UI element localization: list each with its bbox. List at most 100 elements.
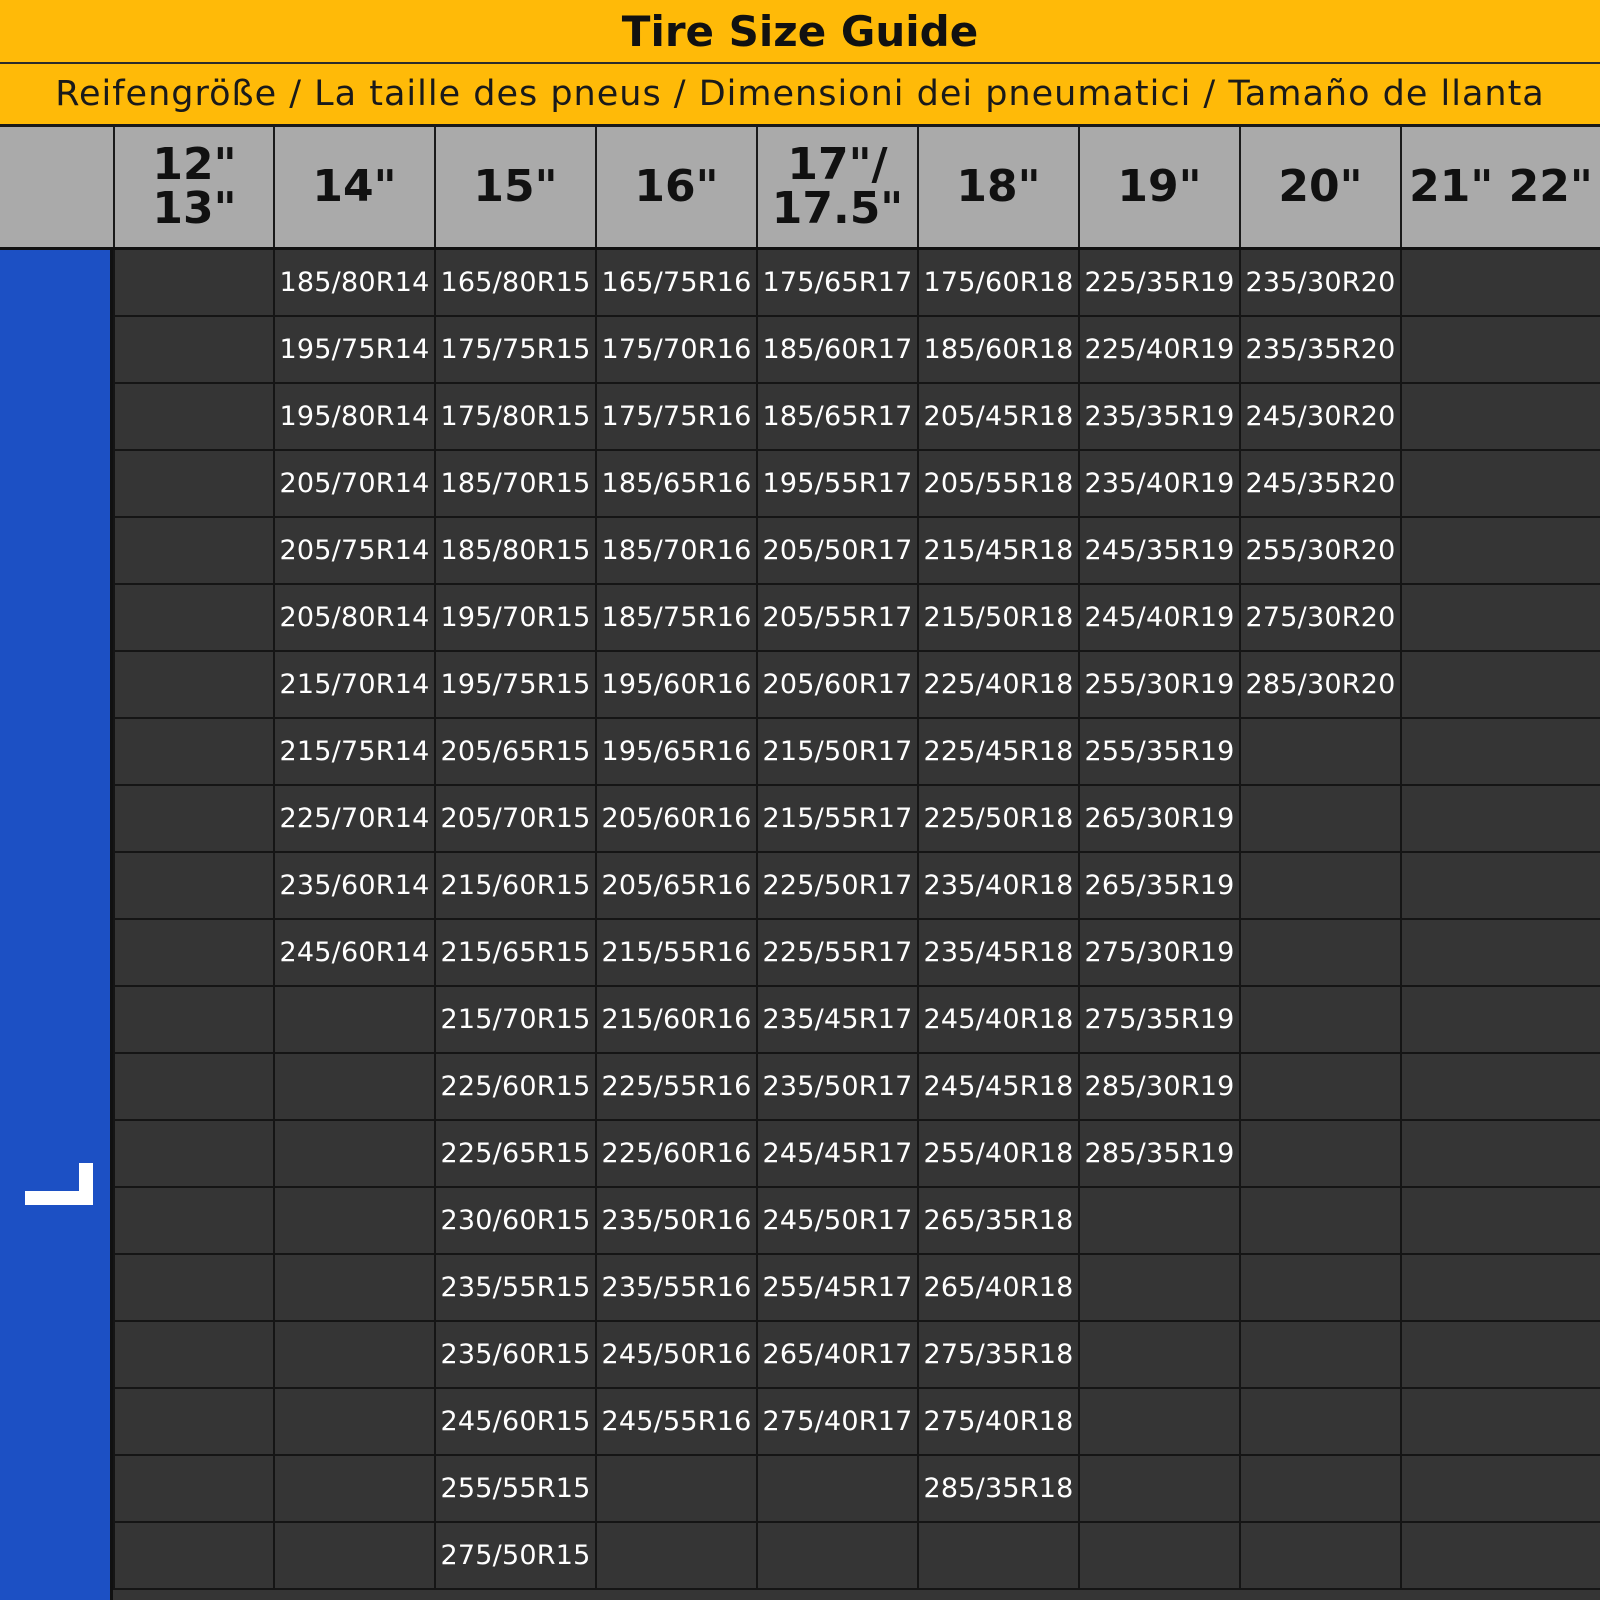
table-cell: 285/35R18 xyxy=(917,1456,1078,1523)
table-cell: 205/75R14 xyxy=(273,518,434,585)
table-cell xyxy=(595,1523,756,1590)
table-cell: 165/80R15 xyxy=(434,250,595,317)
table-cell: 225/65R15 xyxy=(434,1121,595,1188)
table-cell: 205/70R15 xyxy=(434,786,595,853)
table-cell xyxy=(1239,1322,1400,1389)
table-cell: 175/65R17 xyxy=(756,250,917,317)
table-cell: 205/60R16 xyxy=(595,786,756,853)
corner-bracket-icon xyxy=(25,1163,93,1205)
table-cell xyxy=(273,1121,434,1188)
table-cell: 195/60R16 xyxy=(595,652,756,719)
table-cell xyxy=(1400,1523,1600,1590)
table-cell: 265/30R19 xyxy=(1078,786,1239,853)
table-cell xyxy=(113,384,274,451)
table-cell: 245/35R19 xyxy=(1078,518,1239,585)
table-cell: 245/50R16 xyxy=(595,1322,756,1389)
table-cell xyxy=(1239,920,1400,987)
table-cell xyxy=(756,1523,917,1590)
table-cell: 205/55R18 xyxy=(917,451,1078,518)
table-cell xyxy=(113,1456,274,1523)
table-cell xyxy=(113,451,274,518)
table-cell: 215/55R17 xyxy=(756,786,917,853)
table-cell: 235/40R18 xyxy=(917,853,1078,920)
table-cell xyxy=(1078,1255,1239,1322)
table-cell: 255/55R15 xyxy=(434,1456,595,1523)
table-cell xyxy=(1400,1121,1600,1188)
table-cell: 205/50R17 xyxy=(756,518,917,585)
table-cell: 225/35R19 xyxy=(1078,250,1239,317)
table-cell: 165/75R16 xyxy=(595,250,756,317)
table-cell: 235/35R20 xyxy=(1239,317,1400,384)
table-cell: 245/55R16 xyxy=(595,1389,756,1456)
table-cell xyxy=(113,585,274,652)
table-cell: 225/40R18 xyxy=(917,652,1078,719)
table-cell xyxy=(1239,1121,1400,1188)
table-cell xyxy=(1400,1054,1600,1121)
table-cell xyxy=(113,1255,274,1322)
table-cell: 275/40R17 xyxy=(756,1389,917,1456)
table-cell: 215/50R17 xyxy=(756,719,917,786)
table-cell: 185/70R15 xyxy=(434,451,595,518)
table-cell xyxy=(1239,1054,1400,1121)
table-cell xyxy=(1400,652,1600,719)
table-cell xyxy=(1078,1523,1239,1590)
table-cell: 205/55R17 xyxy=(756,585,917,652)
table-cell: 175/75R16 xyxy=(595,384,756,451)
table-cell xyxy=(113,1389,274,1456)
table-cell: 175/70R16 xyxy=(595,317,756,384)
table-cell xyxy=(113,518,274,585)
table-cell xyxy=(1239,719,1400,786)
table-cell xyxy=(1239,987,1400,1054)
column-header: 17"/ 17.5" xyxy=(756,127,917,247)
column-header: 14" xyxy=(273,127,434,247)
table-cell xyxy=(1400,987,1600,1054)
table-cell xyxy=(273,1322,434,1389)
table-cell: 185/60R17 xyxy=(756,317,917,384)
table-cell xyxy=(595,1456,756,1523)
column-header: 21" 22" xyxy=(1400,127,1600,247)
table-cell: 205/60R17 xyxy=(756,652,917,719)
page-subtitle: Reifengröße / La taille des pneus / Dime… xyxy=(0,64,1600,127)
table-cell: 215/70R14 xyxy=(273,652,434,719)
table-cell: 235/55R15 xyxy=(434,1255,595,1322)
table-cell: 225/50R18 xyxy=(917,786,1078,853)
table-cell: 215/55R16 xyxy=(595,920,756,987)
table-cell xyxy=(1239,853,1400,920)
table-cell xyxy=(1400,250,1600,317)
table-cell: 275/35R19 xyxy=(1078,987,1239,1054)
column-header: 16" xyxy=(595,127,756,247)
table-cell: 245/45R18 xyxy=(917,1054,1078,1121)
table-cell: 225/50R17 xyxy=(756,853,917,920)
table-cell: 195/55R17 xyxy=(756,451,917,518)
table-cell: 185/65R16 xyxy=(595,451,756,518)
table-cell xyxy=(113,853,274,920)
table-cell: 235/45R17 xyxy=(756,987,917,1054)
table-cell xyxy=(1400,1255,1600,1322)
table-cell: 230/60R15 xyxy=(434,1188,595,1255)
table-cell xyxy=(1400,518,1600,585)
table-cell: 265/35R19 xyxy=(1078,853,1239,920)
table-cell: 205/70R14 xyxy=(273,451,434,518)
table-cell: 235/40R19 xyxy=(1078,451,1239,518)
table-cell xyxy=(113,1121,274,1188)
table-cell: 245/35R20 xyxy=(1239,451,1400,518)
table-cell xyxy=(1400,451,1600,518)
table-cell: 255/35R19 xyxy=(1078,719,1239,786)
table-cell: 225/55R17 xyxy=(756,920,917,987)
table-header-row: 12" 13" 14" 15" 16" 17"/ 17.5" 18" 19" 20" 21" 2… xyxy=(0,127,1600,250)
table-cell xyxy=(1239,1188,1400,1255)
table-cell: 195/65R16 xyxy=(595,719,756,786)
table-cell xyxy=(113,250,274,317)
table-cell xyxy=(917,1523,1078,1590)
table-cell xyxy=(273,1054,434,1121)
table-cell: 245/40R18 xyxy=(917,987,1078,1054)
table-cell xyxy=(113,786,274,853)
table-cell: 245/50R17 xyxy=(756,1188,917,1255)
table-cell: 185/70R16 xyxy=(595,518,756,585)
table-cell xyxy=(1078,1322,1239,1389)
table-cell: 195/75R14 xyxy=(273,317,434,384)
table-cell: 285/35R19 xyxy=(1078,1121,1239,1188)
table-cell xyxy=(113,1523,274,1590)
table-cell xyxy=(273,1389,434,1456)
table-cell: 235/30R20 xyxy=(1239,250,1400,317)
